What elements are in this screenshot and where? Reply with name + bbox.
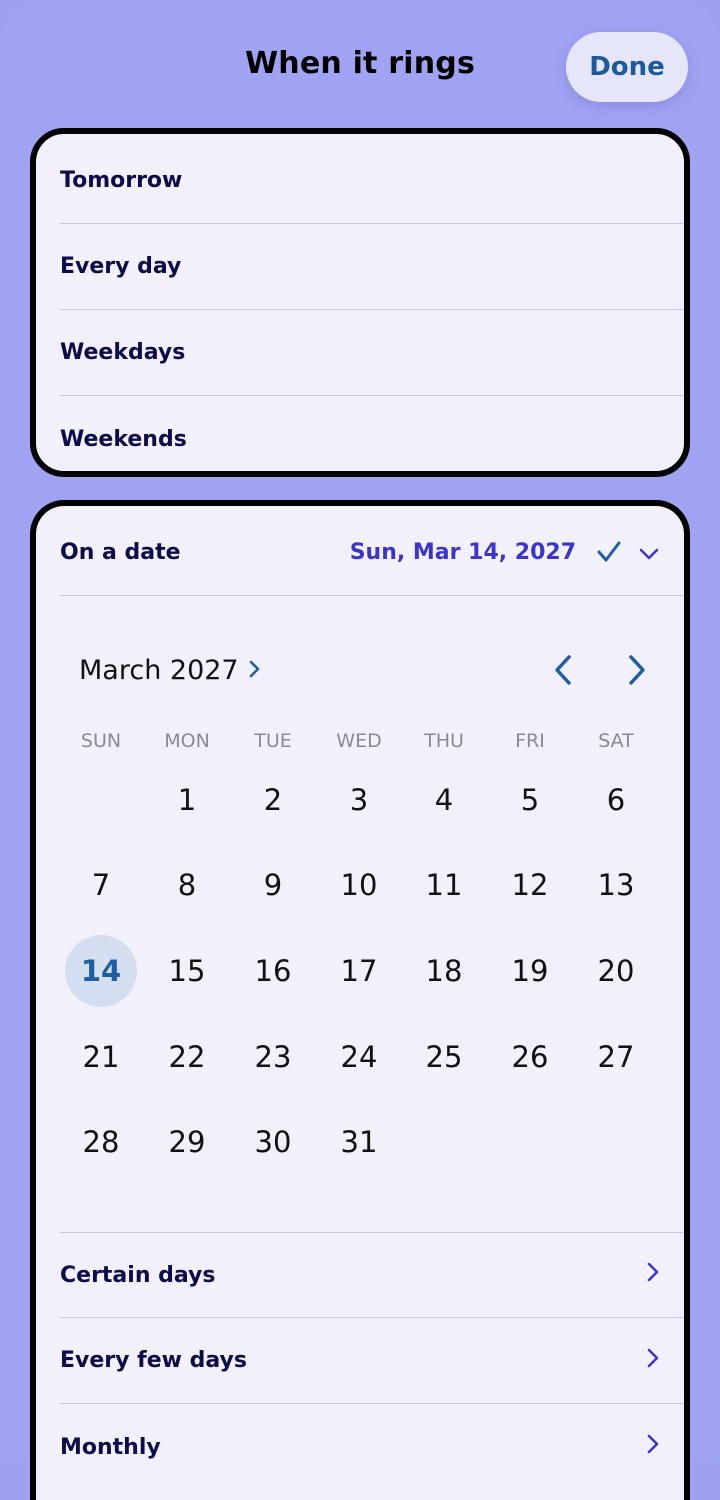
calendar-day[interactable]: 24 [323, 1021, 395, 1093]
option-label: Certain days [60, 1262, 216, 1288]
calendar-day[interactable]: 5 [494, 764, 566, 836]
next-month-button[interactable] [617, 652, 657, 692]
calendar-day[interactable]: 31 [323, 1106, 395, 1178]
option-label: On a date [60, 540, 181, 565]
calendar-day[interactable]: 6 [580, 764, 652, 836]
done-button[interactable]: Done [566, 32, 688, 102]
chevron-right-icon [249, 655, 261, 686]
option-monthly[interactable]: Monthly [60, 1404, 684, 1490]
calendar-day[interactable]: 27 [580, 1021, 652, 1093]
month-year-picker[interactable]: March 2027 [79, 655, 261, 686]
chevron-down-icon[interactable] [638, 543, 660, 568]
calendar-day[interactable]: 12 [494, 849, 566, 921]
option-tomorrow[interactable]: Tomorrow [60, 138, 684, 224]
weekday-label: MON [164, 730, 210, 752]
calendar-day[interactable]: 28 [65, 1106, 137, 1178]
weekday-label: FRI [515, 730, 545, 752]
calendar-day[interactable]: 1 [151, 764, 223, 836]
sheet: When it rings Done Tomorrow Every day We… [0, 0, 720, 1500]
header: When it rings Done [0, 0, 720, 130]
calendar-day[interactable]: 15 [151, 935, 223, 1007]
chevron-right-icon [646, 1261, 660, 1289]
calendar-day[interactable]: 29 [151, 1106, 223, 1178]
chevron-right-icon [646, 1347, 660, 1375]
option-every-few-days[interactable]: Every few days [60, 1318, 684, 1404]
calendar-day[interactable]: 10 [323, 849, 395, 921]
calendar-day[interactable]: 11 [408, 849, 480, 921]
calendar-day[interactable]: 20 [580, 935, 652, 1007]
weekday-label: WED [336, 730, 382, 752]
calendar-day[interactable]: 23 [237, 1021, 309, 1093]
calendar-day[interactable]: 9 [237, 849, 309, 921]
option-label: Every few days [60, 1348, 247, 1373]
selected-date-value: Sun, Mar 14, 2027 [349, 540, 576, 565]
calendar-day[interactable]: 26 [494, 1021, 566, 1093]
option-on-a-date[interactable]: On a date Sun, Mar 14, 2027 [60, 510, 684, 596]
option-weekends[interactable]: Weekends [60, 396, 684, 471]
calendar-day[interactable]: 3 [323, 764, 395, 836]
checkmark-icon [596, 539, 622, 571]
month-label: March 2027 [79, 655, 239, 686]
calendar-day[interactable]: 25 [408, 1021, 480, 1093]
preset-options-card: Tomorrow Every day Weekdays Weekends [30, 128, 690, 477]
chevron-left-icon [553, 654, 573, 690]
calendar-day[interactable]: 30 [237, 1106, 309, 1178]
option-label: Tomorrow [60, 168, 183, 193]
calendar-day[interactable]: 22 [151, 1021, 223, 1093]
weekday-label: SAT [598, 730, 634, 752]
option-label: Weekends [60, 426, 187, 452]
option-label: Monthly [60, 1434, 161, 1460]
chevron-right-icon [646, 1433, 660, 1461]
calendar-day[interactable]: 19 [494, 935, 566, 1007]
selected-day[interactable]: 14 [65, 935, 137, 1007]
previous-month-button[interactable] [543, 652, 583, 692]
calendar-day[interactable]: 7 [65, 849, 137, 921]
calendar-day[interactable]: 16 [237, 935, 309, 1007]
calendar-day[interactable]: 13 [580, 849, 652, 921]
calendar-day[interactable]: 21 [65, 1021, 137, 1093]
calendar-day[interactable]: 8 [151, 849, 223, 921]
calendar-day[interactable]: 18 [408, 935, 480, 1007]
option-every-day[interactable]: Every day [60, 224, 684, 310]
weekday-label: TUE [254, 730, 292, 752]
chevron-right-icon [627, 654, 647, 690]
calendar-day[interactable]: 17 [323, 935, 395, 1007]
option-certain-days[interactable]: Certain days [60, 1232, 684, 1318]
weekday-label: SUN [80, 730, 122, 752]
calendar-day[interactable]: 4 [408, 764, 480, 836]
option-label: Weekdays [60, 340, 186, 365]
option-label: Every day [60, 254, 182, 279]
weekday-label: THU [424, 730, 464, 752]
calendar-day[interactable]: 2 [237, 764, 309, 836]
option-weekdays[interactable]: Weekdays [60, 310, 684, 396]
